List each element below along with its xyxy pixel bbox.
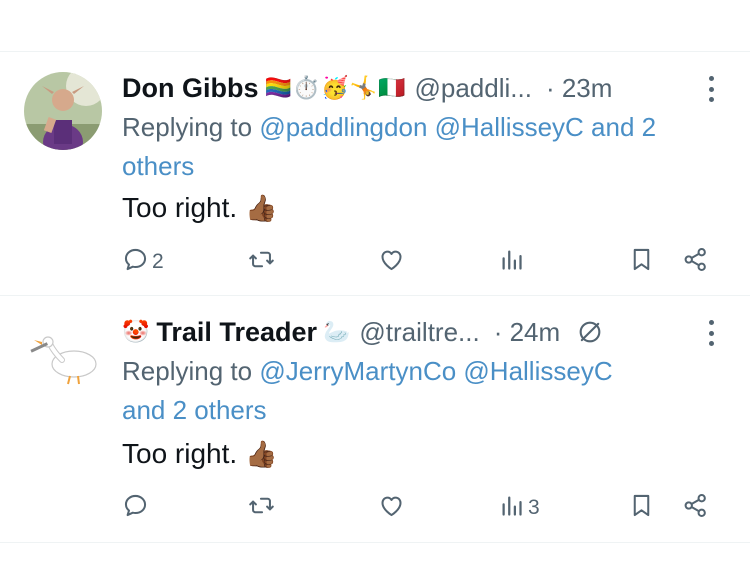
tweet-text-content: Too right. — [122, 438, 238, 469]
handle[interactable]: @paddli... — [414, 73, 531, 104]
prefix-emoji: 🤡 — [122, 319, 151, 344]
thumbs-up-emoji: 👍🏾 — [245, 192, 278, 223]
name-emojis: 🦢 — [323, 319, 352, 344]
like-button[interactable] — [378, 492, 405, 524]
reply-others[interactable]: and 2 others — [122, 395, 267, 425]
like-icon — [378, 246, 405, 278]
like-icon — [378, 492, 405, 524]
reply-button[interactable] — [122, 492, 152, 524]
reply-others[interactable]: others — [122, 151, 194, 181]
reply-button[interactable]: 2 — [122, 246, 164, 278]
views-button[interactable]: 3 — [498, 492, 540, 524]
repost-button[interactable] — [248, 492, 275, 524]
tweet-text-content: Too right. — [122, 192, 238, 223]
reply-mentions[interactable]: @JerryMartynCo @HallisseyC — [259, 356, 612, 386]
share-button[interactable] — [682, 246, 709, 278]
tweet-text: Too right. 👍🏾 — [122, 438, 278, 470]
tweet-text: Too right. 👍🏾 — [122, 192, 278, 224]
more-icon[interactable] — [708, 76, 714, 102]
share-button[interactable] — [682, 492, 709, 524]
views-count: 3 — [528, 496, 540, 519]
avatar[interactable] — [24, 72, 102, 150]
views-icon — [498, 492, 525, 524]
avatar[interactable] — [24, 318, 102, 396]
tweet-header: 🤡 Trail Treader 🦢 @trailtre... · 24m — [122, 312, 720, 352]
reply-prefix: Replying to — [122, 112, 253, 142]
display-name[interactable]: Trail Treader — [156, 317, 317, 348]
share-icon — [682, 492, 709, 524]
action-bar: 3 — [122, 492, 712, 524]
tweet-header: Don Gibbs 🏳️‍🌈⏱️🥳🤸🇮🇹 @paddli... · 23m — [122, 68, 720, 108]
bookmark-icon — [628, 246, 655, 278]
timestamp[interactable]: · 24m — [494, 317, 560, 348]
reply-icon — [122, 246, 149, 278]
display-name[interactable]: Don Gibbs — [122, 73, 259, 104]
bookmark-button[interactable] — [628, 492, 655, 524]
timestamp[interactable]: · 23m — [546, 73, 612, 104]
thumbs-up-emoji: 👍🏾 — [245, 438, 278, 469]
bottom-divider — [0, 542, 750, 543]
bookmark-button[interactable] — [628, 246, 655, 278]
views-button[interactable] — [498, 246, 528, 278]
repost-button[interactable] — [248, 246, 275, 278]
reply-prefix: Replying to — [122, 356, 253, 386]
mute-icon[interactable] — [576, 318, 604, 346]
tweet-don-gibbs[interactable]: Don Gibbs 🏳️‍🌈⏱️🥳🤸🇮🇹 @paddli... · 23m Re… — [0, 52, 750, 295]
reply-context: Replying to @paddlingdon @HallisseyC and… — [122, 108, 726, 186]
tweet-trail-treader[interactable]: 🤡 Trail Treader 🦢 @trailtre... · 24m Rep… — [0, 296, 750, 542]
like-button[interactable] — [378, 246, 405, 278]
repost-icon — [248, 492, 275, 524]
reply-context: Replying to @JerryMartynCo @HallisseyC a… — [122, 352, 726, 430]
action-bar: 2 — [122, 246, 712, 278]
reply-count: 2 — [152, 250, 164, 273]
name-emojis: 🏳️‍🌈⏱️🥳🤸🇮🇹 — [264, 75, 407, 100]
share-icon — [682, 246, 709, 278]
handle[interactable]: @trailtre... — [359, 317, 479, 348]
repost-icon — [248, 246, 275, 278]
reply-mentions[interactable]: @paddlingdon @HallisseyC and 2 — [259, 112, 656, 142]
more-icon[interactable] — [708, 320, 714, 346]
bookmark-icon — [628, 492, 655, 524]
reply-icon — [122, 492, 149, 524]
views-icon — [498, 246, 525, 278]
